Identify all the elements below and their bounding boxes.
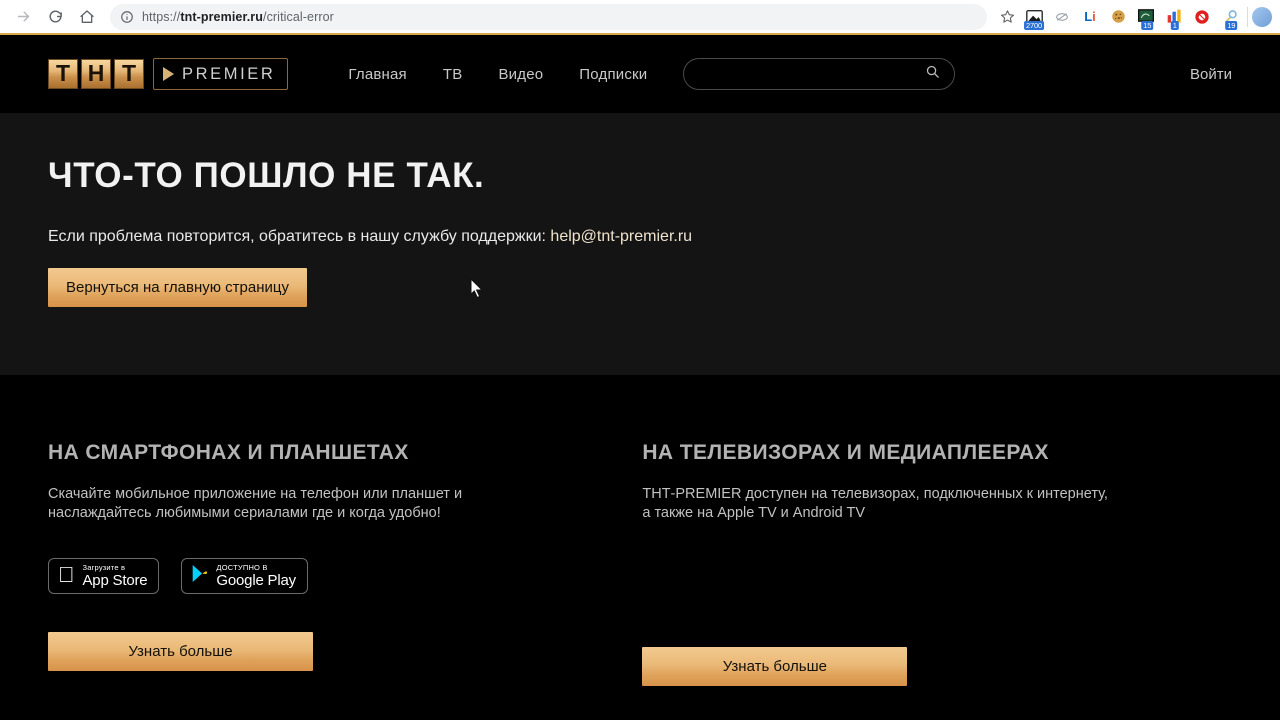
error-message: Если проблема повторится, обратитесь в н… <box>48 228 1232 246</box>
app-store-small-label: Загрузите в <box>83 564 148 572</box>
site-header: Т Н Т PREMIER Главная ТВ Видео Подписки … <box>0 35 1280 113</box>
google-play-icon <box>191 564 208 588</box>
page-title: ЧТО-ТО ПОШЛО НЕ ТАК. <box>48 157 1232 196</box>
nav-item-video[interactable]: Видео <box>498 66 543 83</box>
nav-item-tv[interactable]: ТВ <box>443 66 463 83</box>
login-link[interactable]: Войти <box>1190 66 1232 83</box>
page-info-icon[interactable] <box>120 10 134 24</box>
mute-tab-extension-icon[interactable] <box>1051 5 1073 29</box>
extension-badge: 2700 <box>1024 21 1044 30</box>
premier-wordmark: PREMIER <box>182 65 275 84</box>
nav-item-home[interactable]: Главная <box>348 66 407 83</box>
profile-avatar[interactable] <box>1252 7 1272 27</box>
play-triangle-icon <box>163 67 174 81</box>
promo-text-mobile: Скачайте мобильное приложение на телефон… <box>48 485 518 522</box>
search-icon[interactable] <box>925 64 940 84</box>
star-icon[interactable] <box>993 3 1021 31</box>
support-email[interactable]: help@tnt-premier.ru <box>550 228 692 245</box>
extension-badge: 15 <box>1141 21 1153 30</box>
learn-more-button-mobile[interactable]: Узнать больше <box>48 632 313 671</box>
promo-text-tv: ТНТ-PREMIER доступен на телевизорах, под… <box>642 485 1112 522</box>
url-host: tnt-premier.ru <box>180 10 263 24</box>
logo-letter-2: Н <box>81 59 111 89</box>
logo-letter-1: Т <box>48 59 78 89</box>
error-section: ЧТО-ТО ПОШЛО НЕ ТАК. Если проблема повто… <box>0 113 1280 375</box>
extension-badge: 19 <box>1225 21 1237 30</box>
main-navigation: Главная ТВ Видео Подписки <box>348 66 647 83</box>
promo-column-mobile: НА СМАРТФОНАХ И ПЛАНШЕТАХ Скачайте мобил… <box>48 441 642 686</box>
site-page: Т Н Т PREMIER Главная ТВ Видео Подписки … <box>0 35 1280 720</box>
extension-badge: 1 <box>1171 21 1179 30</box>
cookie-extension-icon[interactable] <box>1107 5 1129 29</box>
error-message-text: Если проблема повторится, обратитесь в н… <box>48 228 550 245</box>
nav-item-subscriptions[interactable]: Подписки <box>579 66 647 83</box>
promo-section: НА СМАРТФОНАХ И ПЛАНШЕТАХ Скачайте мобил… <box>0 375 1280 686</box>
toolbar-divider <box>1247 7 1248 27</box>
promo-heading-tv: НА ТЕЛЕВИЗОРАХ И МЕДИАПЛЕЕРАХ <box>642 441 1232 465</box>
tools-extension-icon[interactable]: 19 <box>1219 5 1241 29</box>
search-input[interactable] <box>700 67 925 82</box>
address-bar[interactable]: https://tnt-premier.ru/critical-error <box>110 4 987 30</box>
app-store-label: App Store <box>83 573 148 588</box>
browser-toolbar: https://tnt-premier.ru/critical-error 27… <box>0 0 1280 35</box>
extensions-bar: 2700 Li 15 1 19 <box>1023 5 1245 29</box>
reload-icon[interactable] <box>40 2 70 32</box>
screenshot-extension-icon[interactable]: 2700 <box>1023 5 1045 29</box>
google-play-label: Google Play <box>216 573 296 588</box>
premier-logo-box: PREMIER <box>153 58 288 90</box>
analytics-extension-icon[interactable]: 1 <box>1163 5 1185 29</box>
app-store-badge[interactable]:  Загрузите в App Store <box>48 558 159 594</box>
google-play-small-label: ДОСТУПНО В <box>216 564 296 572</box>
url-scheme: https:// <box>142 10 180 24</box>
apple-logo-icon:  <box>58 564 75 586</box>
chalkboard-extension-icon[interactable]: 15 <box>1135 5 1157 29</box>
promo-column-tv: НА ТЕЛЕВИЗОРАХ И МЕДИАПЛЕЕРАХ ТНТ-PREMIE… <box>642 441 1232 686</box>
tnt-premier-logo[interactable]: Т Н Т PREMIER <box>48 58 288 90</box>
store-badges:  Загрузите в App Store <box>48 558 582 594</box>
search-box[interactable] <box>683 58 955 90</box>
navigation-buttons <box>8 2 102 32</box>
url-text: https://tnt-premier.ru/critical-error <box>142 10 334 24</box>
logo-letter-3: Т <box>114 59 144 89</box>
blocker-extension-icon[interactable] <box>1191 5 1213 29</box>
google-play-badge[interactable]: ДОСТУПНО В Google Play <box>181 558 308 594</box>
linkedin-extension-icon[interactable]: Li <box>1079 5 1101 29</box>
tnt-logo-blocks: Т Н Т <box>48 59 144 89</box>
back-to-home-button[interactable]: Вернуться на главную страницу <box>48 268 307 307</box>
promo-heading-mobile: НА СМАРТФОНАХ И ПЛАНШЕТАХ <box>48 441 582 465</box>
home-icon[interactable] <box>72 2 102 32</box>
forward-arrow-icon[interactable] <box>8 2 38 32</box>
learn-more-button-tv[interactable]: Узнать больше <box>642 647 907 686</box>
url-path: /critical-error <box>263 10 334 24</box>
